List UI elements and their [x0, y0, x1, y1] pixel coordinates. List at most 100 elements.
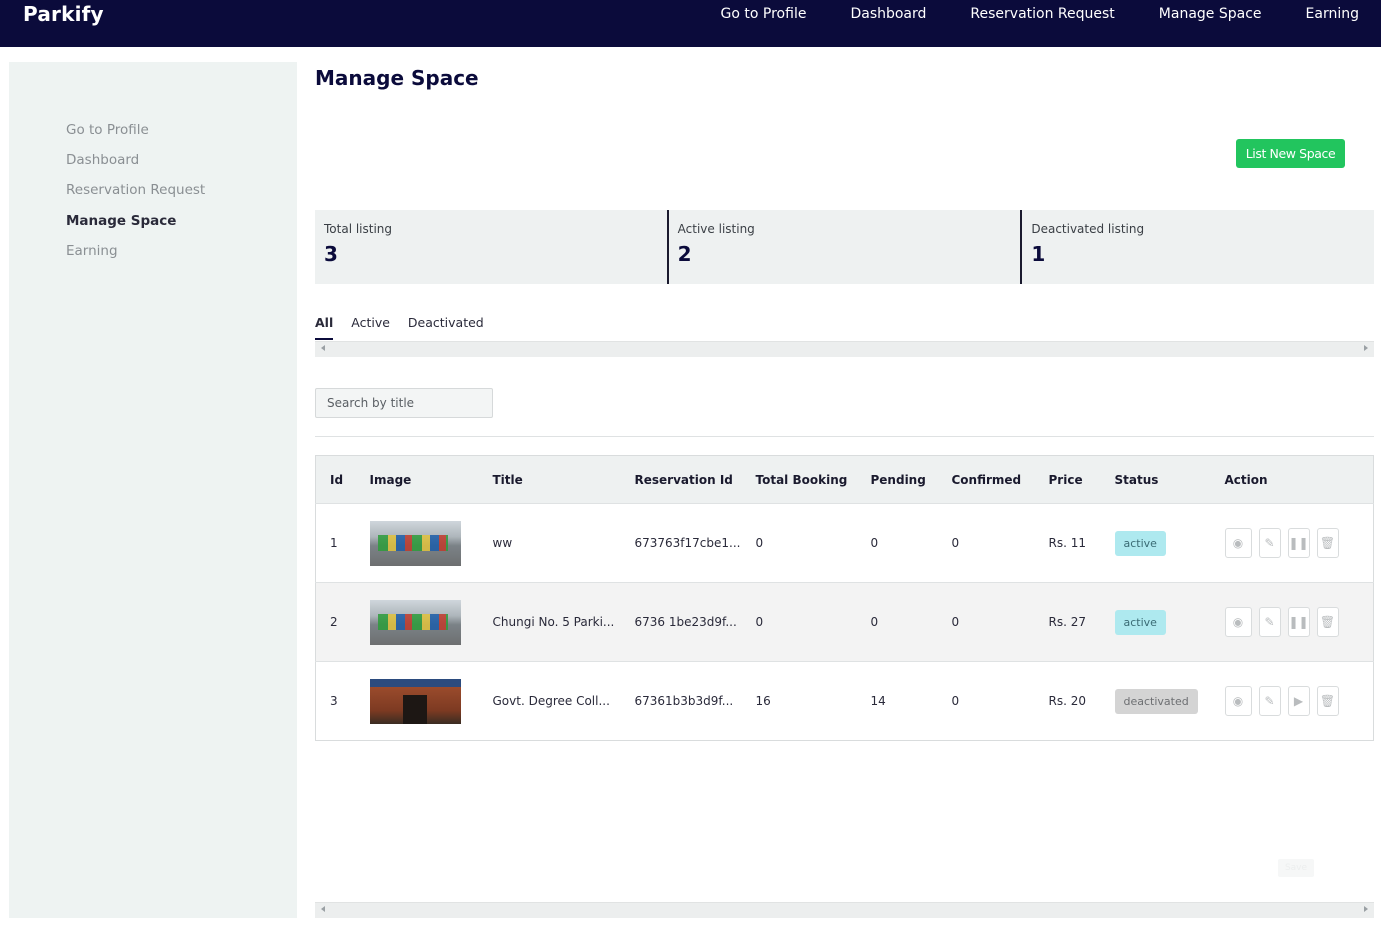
pencil-icon[interactable]: ✎ — [1258, 528, 1281, 558]
pencil-icon[interactable]: ✎ — [1258, 686, 1281, 716]
col-image: Image — [369, 472, 412, 487]
eye-icon[interactable]: ◉ — [1224, 686, 1252, 716]
cell-reservation-id: 673763f17cbe1... — [634, 536, 741, 550]
cell-title: ww — [492, 536, 513, 550]
sidebar-menu: Go to Profile Dashboard Reservation Requ… — [66, 120, 205, 271]
cell-action: ◉ ✎ ❚❚ 🗑 — [1211, 504, 1374, 583]
sidebar-item-manage-space[interactable]: Manage Space — [66, 211, 205, 241]
table-header-row: Id Image Title Reservation Id Total Book… — [315, 455, 1374, 504]
tab-all[interactable]: All — [315, 315, 334, 340]
pencil-icon[interactable]: ✎ — [1258, 607, 1281, 637]
eye-icon[interactable]: ◉ — [1224, 607, 1252, 637]
trash-icon[interactable]: 🗑 — [1316, 686, 1339, 716]
col-id: Id — [330, 472, 344, 487]
pause-icon[interactable]: ❚❚ — [1287, 528, 1310, 558]
cell-id: 1 — [330, 536, 338, 550]
listings-table: Id Image Title Reservation Id Total Book… — [315, 455, 1374, 741]
cell-reservation-id: 6736 1be23d9f... — [634, 615, 737, 629]
col-confirmed: Confirmed — [951, 472, 1022, 487]
cell-confirmed: 0 — [951, 615, 960, 629]
cell-total-booking: 16 — [755, 694, 771, 708]
page-scrollbar[interactable] — [315, 902, 1374, 918]
scroll-right-icon[interactable] — [1364, 906, 1368, 912]
sidebar-item-reservation-request[interactable]: Reservation Request — [66, 180, 205, 210]
save-button[interactable]: Save — [1278, 859, 1314, 877]
col-price: Price — [1048, 472, 1083, 487]
col-title: Title — [492, 472, 523, 487]
cell-image — [356, 662, 479, 741]
cell-image — [356, 504, 479, 583]
listing-stats: Total listing 3 Active listing 2 Deactiv… — [315, 210, 1374, 284]
tab-deactivated[interactable]: Deactivated — [408, 315, 484, 340]
parking-space-thumbnail[interactable] — [369, 520, 461, 566]
scroll-left-icon[interactable] — [321, 345, 325, 351]
top-nav-links: Go to Profile Dashboard Reservation Requ… — [677, 6, 1359, 22]
stat-value: 3 — [324, 242, 338, 266]
cell-price: Rs. 27 — [1048, 615, 1087, 629]
cell-confirmed: 0 — [951, 694, 960, 708]
tab-active[interactable]: Active — [351, 315, 390, 340]
play-icon[interactable]: ▶ — [1287, 686, 1310, 716]
divider — [315, 436, 1374, 437]
cell-image — [356, 583, 479, 662]
topnav-reservation-request[interactable]: Reservation Request — [970, 6, 1114, 22]
cell-total-booking: 0 — [755, 536, 764, 550]
stat-value: 2 — [677, 242, 692, 266]
trash-icon[interactable]: 🗑 — [1316, 607, 1339, 637]
status-badge: active — [1114, 609, 1166, 635]
topnav-dashboard[interactable]: Dashboard — [850, 6, 926, 22]
table-row: 1 ww 673763f17cbe1... 0 0 0 Rs. 11 activ… — [315, 503, 1374, 583]
scroll-left-icon[interactable] — [321, 906, 325, 912]
col-total-booking: Total Booking — [755, 472, 848, 487]
cell-price: Rs. 11 — [1048, 536, 1087, 550]
cell-action: ◉ ✎ ❚❚ 🗑 — [1211, 583, 1374, 662]
stat-label: Deactivated listing — [1031, 222, 1145, 236]
sidebar: Go to Profile Dashboard Reservation Requ… — [9, 62, 297, 918]
topnav-go-to-profile[interactable]: Go to Profile — [721, 6, 807, 22]
parking-space-thumbnail[interactable] — [369, 599, 461, 645]
sidebar-item-earning[interactable]: Earning — [66, 241, 205, 271]
sidebar-item-dashboard[interactable]: Dashboard — [66, 150, 205, 180]
trash-icon[interactable]: 🗑 — [1316, 528, 1339, 558]
cell-status: active — [1101, 583, 1211, 662]
status-badge: deactivated — [1114, 688, 1198, 714]
status-badge: active — [1114, 530, 1166, 556]
pause-icon[interactable]: ❚❚ — [1287, 607, 1310, 637]
topnav-earning[interactable]: Earning — [1306, 6, 1359, 22]
cell-status: active — [1101, 504, 1211, 583]
cell-id: 3 — [330, 694, 338, 708]
topnav-manage-space[interactable]: Manage Space — [1159, 6, 1262, 22]
stat-total-listing: Total listing 3 — [315, 210, 667, 284]
cell-pending: 0 — [870, 536, 879, 550]
search-input[interactable] — [315, 388, 493, 418]
cell-title: Govt. Degree Coll... — [492, 694, 610, 708]
sidebar-item-go-to-profile[interactable]: Go to Profile — [66, 120, 205, 150]
cell-pending: 14 — [870, 694, 886, 708]
parking-space-thumbnail[interactable] — [369, 678, 461, 724]
cell-id: 2 — [330, 615, 338, 629]
cell-title: Chungi No. 5 Parki... — [492, 615, 615, 629]
cell-action: ◉ ✎ ▶ 🗑 — [1211, 662, 1374, 741]
cell-reservation-id: 67361b3b3d9f... — [634, 694, 734, 708]
stat-label: Active listing — [677, 222, 755, 236]
scroll-right-icon[interactable] — [1364, 345, 1368, 351]
cell-status: deactivated — [1101, 662, 1211, 741]
list-new-space-button[interactable]: List New Space — [1236, 139, 1345, 168]
stat-active-listing: Active listing 2 — [666, 210, 1021, 284]
table-row: 3 Govt. Degree Coll... 67361b3b3d9f... 1… — [315, 661, 1374, 741]
cell-price: Rs. 20 — [1048, 694, 1087, 708]
filter-tabs: All Active Deactivated — [315, 315, 484, 340]
col-action: Action — [1224, 472, 1268, 487]
col-status: Status — [1114, 472, 1159, 487]
cell-pending: 0 — [870, 615, 879, 629]
table-row: 2 Chungi No. 5 Parki... 6736 1be23d9f...… — [315, 582, 1374, 662]
tabs-scrollbar[interactable] — [315, 341, 1374, 357]
cell-confirmed: 0 — [951, 536, 960, 550]
stat-label: Total listing — [324, 222, 393, 236]
brand-logo[interactable]: Parkify — [23, 2, 104, 26]
stat-deactivated-listing: Deactivated listing 1 — [1020, 210, 1374, 284]
cell-total-booking: 0 — [755, 615, 764, 629]
eye-icon[interactable]: ◉ — [1224, 528, 1252, 558]
top-navbar: Parkify Go to Profile Dashboard Reservat… — [0, 0, 1381, 47]
stat-value: 1 — [1031, 242, 1046, 266]
